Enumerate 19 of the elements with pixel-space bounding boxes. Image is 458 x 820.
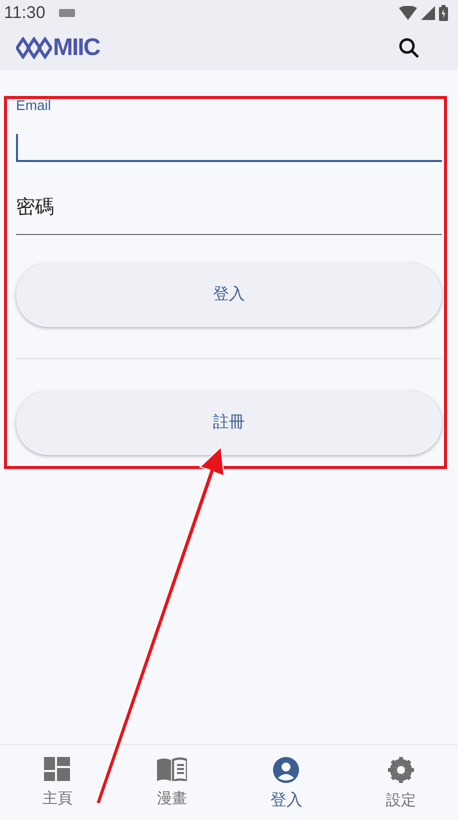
nav-tab[interactable]: 設定 <box>344 745 458 820</box>
logo-icon <box>16 37 52 59</box>
dashboard-icon <box>44 757 70 781</box>
book-icon <box>156 757 187 781</box>
nav-tab[interactable]: 漫畫 <box>114 745 229 820</box>
password-field[interactable]: 密碼 <box>16 182 442 235</box>
login-button[interactable]: 登入 <box>16 263 442 327</box>
battery-icon <box>439 5 448 21</box>
account-icon <box>273 757 300 783</box>
nav-tab[interactable]: 登入 <box>229 745 344 820</box>
wifi-icon <box>399 6 417 20</box>
status-time: 11:30 <box>4 2 46 24</box>
settings-icon <box>388 757 414 783</box>
register-button[interactable]: 註冊 <box>16 391 442 455</box>
nav-tab[interactable]: 主頁 <box>0 745 114 820</box>
app-logo: MIIC <box>53 36 100 60</box>
email-field[interactable]: Email <box>16 98 442 162</box>
search-icon <box>398 37 420 59</box>
signal-icon <box>421 6 435 20</box>
